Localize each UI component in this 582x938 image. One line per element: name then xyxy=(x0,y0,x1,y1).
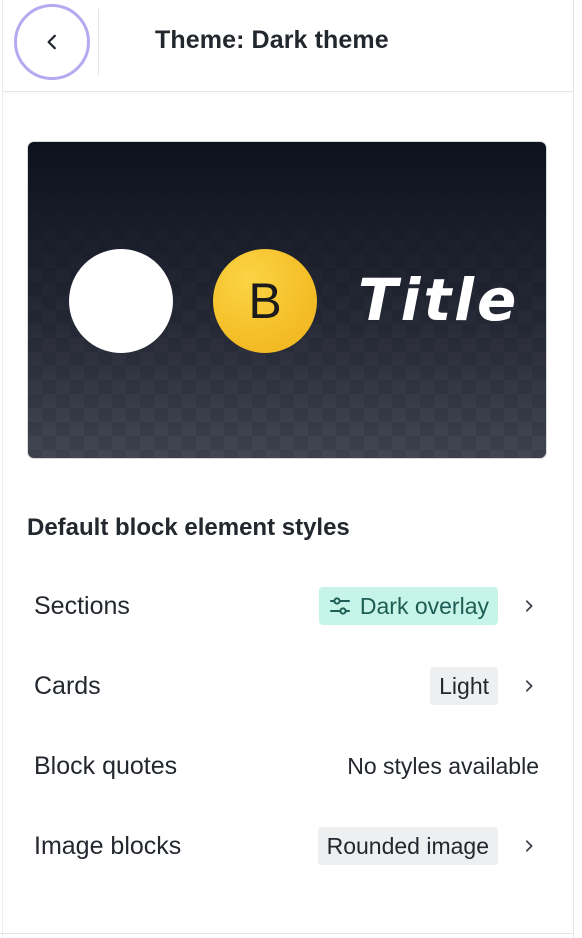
style-value-badge[interactable]: Dark overlay xyxy=(318,587,498,625)
style-row-value-group: Dark overlay xyxy=(318,586,540,626)
style-row-value-group: Light xyxy=(430,666,540,706)
preview-title-sample: Title xyxy=(358,266,520,334)
style-value-badge[interactable]: Rounded image xyxy=(317,827,498,865)
row-chevron-button[interactable] xyxy=(498,586,540,626)
style-row-label: Image blocks xyxy=(34,832,182,860)
panel-left-border xyxy=(2,0,3,938)
style-row-block-quotes: Block quotes No styles available xyxy=(34,746,540,790)
style-row-image-blocks[interactable]: Image blocks Rounded image xyxy=(34,826,540,870)
sliders-icon xyxy=(329,597,350,615)
style-value-text: Dark overlay xyxy=(359,592,489,619)
style-row-label: Cards xyxy=(34,672,101,700)
style-value-badge[interactable]: Light xyxy=(430,667,498,705)
style-value-text: Rounded image xyxy=(326,832,489,859)
no-styles-text: No styles available xyxy=(347,752,539,779)
row-chevron-button[interactable] xyxy=(498,666,540,706)
panel-right-border xyxy=(573,0,574,938)
primary-color-swatch xyxy=(69,249,173,353)
back-button[interactable] xyxy=(14,4,90,80)
theme-preview[interactable]: B Title xyxy=(27,141,547,459)
style-row-value-group: No styles available xyxy=(347,746,540,786)
accent-color-swatch: B xyxy=(213,249,317,353)
style-row-cards[interactable]: Cards Light xyxy=(34,666,540,710)
page-title: Theme: Dark theme xyxy=(155,26,389,54)
chevron-right-icon xyxy=(525,600,533,612)
style-value-text: Light xyxy=(439,672,489,699)
panel-bottom-border xyxy=(0,933,574,934)
block-styles-heading: Default block element styles xyxy=(27,514,350,541)
style-row-label: Block quotes xyxy=(34,752,178,780)
chevron-right-icon xyxy=(525,840,533,852)
chevron-right-icon xyxy=(525,680,533,692)
style-row-value-group: Rounded image xyxy=(317,826,540,866)
row-chevron-button[interactable] xyxy=(498,826,540,866)
header-divider xyxy=(98,9,99,75)
chevron-left-icon xyxy=(47,34,56,50)
style-row-label: Sections xyxy=(34,592,130,620)
panel-header: Theme: Dark theme xyxy=(3,0,573,92)
theme-panel: Theme: Dark theme B Title Default block … xyxy=(0,0,582,938)
style-row-sections[interactable]: Sections Dark overlay xyxy=(34,586,540,630)
accent-letter: B xyxy=(248,273,282,329)
